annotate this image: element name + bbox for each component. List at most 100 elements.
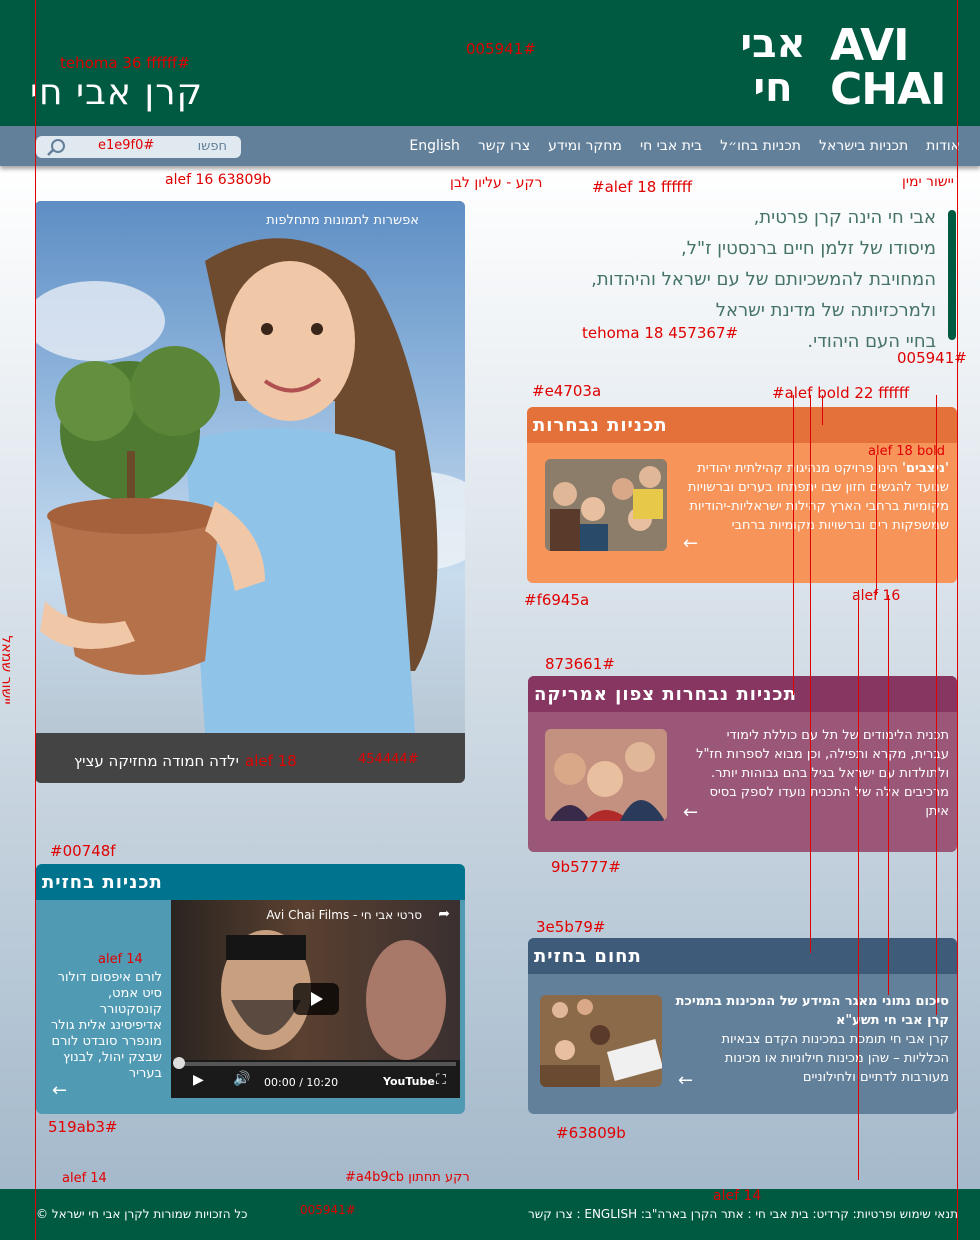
featured-programs-text: 'ניצבים' הינו פרויקט מנהיגות קהילתית יהו…	[679, 459, 949, 535]
annotation: 3e5b79#	[536, 918, 606, 936]
annotation: #alef 18 ffffff	[592, 178, 693, 196]
north-america-photo[interactable]	[545, 729, 667, 821]
annotation: tehoma 36 ffffff#	[60, 54, 190, 72]
video-progress[interactable]	[175, 1062, 456, 1066]
north-america-arrow-icon[interactable]: ←	[683, 802, 698, 823]
hero-slideshow[interactable]: אפשרות לתמונות מתחלפות ילדה חמודה מחזיקה…	[35, 201, 465, 783]
fullscreen-icon[interactable]: ⛶	[436, 1072, 446, 1088]
nav-item-about[interactable]: אודות	[926, 138, 960, 154]
annotation: רקע - עליון לבן	[450, 175, 543, 191]
girl-with-plant-illustration	[35, 238, 465, 733]
video-still-illustration	[221, 930, 446, 1060]
research-panel: תחום בחזית סיכום נתוני מאגר המידע של המכ…	[528, 938, 957, 1114]
annotation: alef 16	[852, 588, 901, 604]
annotation: #00748f	[50, 842, 116, 860]
annotation: 005941#	[466, 40, 536, 58]
featured-programs-title: תכניות נבחרות	[533, 414, 668, 436]
research-photo[interactable]	[540, 995, 662, 1087]
featured-programs-header[interactable]: תכניות נבחרות	[527, 407, 957, 443]
share-icon[interactable]: ➦	[438, 906, 450, 922]
intro-accent-bar	[948, 210, 956, 340]
logo-en-top: AVI	[830, 20, 909, 71]
north-america-text: תכנית הלימודים של תל עם כוללת לימודי עבר…	[696, 728, 949, 819]
site-title[interactable]: קרן אבי חי	[30, 72, 203, 113]
guide-v4	[858, 590, 859, 1180]
smiling-group-illustration	[545, 729, 667, 821]
hero-options-label: אפשרות לתמונות מתחלפות	[266, 213, 419, 228]
annotation: 873661#	[545, 655, 615, 673]
nav-item-research[interactable]: מחקר ומידע	[548, 138, 622, 154]
annotation: 519ab3#	[48, 1118, 118, 1136]
video-frame	[171, 900, 460, 1060]
annotation: #e4703a	[532, 382, 602, 400]
annotation: 005941#	[897, 349, 967, 367]
nav-items: אודות תכניות בישראל תכניות בחו״ל בית אבי…	[409, 126, 960, 166]
featured-programs-arrow-icon[interactable]: ←	[683, 533, 698, 554]
video-title[interactable]: סרטי אבי חי - Avi Chai Films	[266, 908, 422, 922]
logo-hebrew[interactable]: אבי חי	[738, 22, 808, 110]
featured-programs-bold: 'ניצבים'	[902, 461, 949, 476]
spotlight-header[interactable]: תכניות בחזית	[36, 864, 465, 900]
logo-english[interactable]: AVI CHAI	[830, 20, 947, 112]
nav-item-beit-avi-chai[interactable]: בית אבי חי	[640, 138, 702, 154]
play-small-icon[interactable]: ▶	[193, 1072, 204, 1088]
guide-left	[35, 0, 36, 1240]
annotation: #a4b9cb רקע תחתון	[345, 1170, 470, 1185]
annotation: #alef bold 22 ffffff	[772, 384, 910, 402]
annotation: #f6945a	[524, 591, 590, 609]
annotation: 9b5777#	[551, 858, 621, 876]
site-footer: תנאי שימוש ופרטיות: קרדיט: בית אבי חי : …	[0, 1189, 980, 1240]
video-time: 00:00 / 10:20	[264, 1076, 339, 1089]
footer-links[interactable]: תנאי שימוש ופרטיות: קרדיט: בית אבי חי : …	[528, 1207, 958, 1221]
nav-item-contact[interactable]: צרו קשר	[478, 138, 530, 154]
annotation: alef 18	[245, 752, 297, 770]
logo-he-text: אבי חי	[740, 21, 806, 111]
guide-v6	[936, 395, 937, 1015]
spotlight-panel: תכניות בחזית לורם איפסום דולור סיט אמט, …	[36, 864, 465, 1114]
annotation: tehoma 18 457367#	[582, 324, 739, 342]
research-header[interactable]: תחום בחזית	[528, 938, 957, 974]
north-america-title: תכניות נבחרות צפון אמריקה	[534, 683, 797, 705]
youtube-logo[interactable]: YouTube	[383, 1075, 435, 1088]
annotation: alef 14	[98, 952, 143, 967]
guide-v2	[810, 395, 811, 953]
annotation: alef 18 bold	[868, 444, 946, 459]
annotation: e1e9f0#	[98, 138, 155, 153]
annotation: 454444#	[358, 752, 419, 767]
hero-photo[interactable]	[35, 201, 465, 733]
guide-right	[957, 0, 958, 1240]
video-player[interactable]: סרטי אבי חי - Avi Chai Films ➦ ▶ 🔊 00:00…	[171, 900, 460, 1098]
intro-line: המחויבת להמשכיותם של עם ישראל והיהדות,	[591, 269, 936, 290]
nav-item-english[interactable]: English	[409, 138, 460, 154]
research-bold: סיכום נתוני מאגר המידע של המכינות בתמיכת…	[675, 994, 949, 1028]
nav-item-israel-programs[interactable]: תכניות בישראל	[819, 138, 908, 154]
guide-v7	[876, 455, 877, 595]
intro-line: אבי חי הינה קרן פרטית,	[753, 207, 936, 228]
group-photo-illustration	[545, 459, 667, 551]
annotation: alef 14	[62, 1171, 107, 1186]
research-arrow-icon[interactable]: ←	[678, 1070, 693, 1091]
hero-caption: ילדה חמודה מחזיקה עציץ	[74, 752, 239, 770]
play-button[interactable]	[293, 983, 339, 1015]
annotation: יישור ימין	[902, 174, 954, 190]
intro-line: מיסודו של זלמן חיים ברנסטין ז"ל,	[680, 238, 936, 259]
video-progress-knob[interactable]	[173, 1057, 185, 1069]
search-icon[interactable]	[46, 138, 68, 160]
featured-programs-panel: תכניות נבחרות 'ניצבים' הינו פרויקט מנהיג…	[527, 407, 957, 583]
nav-item-abroad-programs[interactable]: תכניות בחו״ל	[720, 138, 801, 154]
research-body: קרן אבי חי תומכת במכינות הקדם צבאיות הכל…	[721, 1032, 949, 1085]
spotlight-arrow-icon[interactable]: ←	[52, 1080, 67, 1101]
featured-programs-photo[interactable]	[545, 459, 667, 551]
intro-line: ולמרכזיותה של מדינת ישראל	[715, 300, 936, 321]
spotlight-text: לורם איפסום דולור סיט אמט, קונסקטורר אדי…	[50, 970, 162, 1081]
annotation: alef 16 63809b	[165, 172, 272, 188]
footer-copyright: כל הזכויות שמורות לקרן אבי חי ישראל ©	[36, 1207, 248, 1221]
spotlight-title: תכניות בחזית	[42, 871, 163, 893]
classroom-illustration	[540, 995, 662, 1087]
guide-v5	[888, 595, 889, 995]
play-icon	[311, 992, 323, 1006]
north-america-header[interactable]: תכניות נבחרות צפון אמריקה	[528, 676, 957, 712]
volume-icon[interactable]: 🔊	[233, 1071, 250, 1087]
annotation: alef 14	[713, 1188, 762, 1204]
research-text: סיכום נתוני מאגר המידע של המכינות בתמיכת…	[674, 992, 949, 1087]
